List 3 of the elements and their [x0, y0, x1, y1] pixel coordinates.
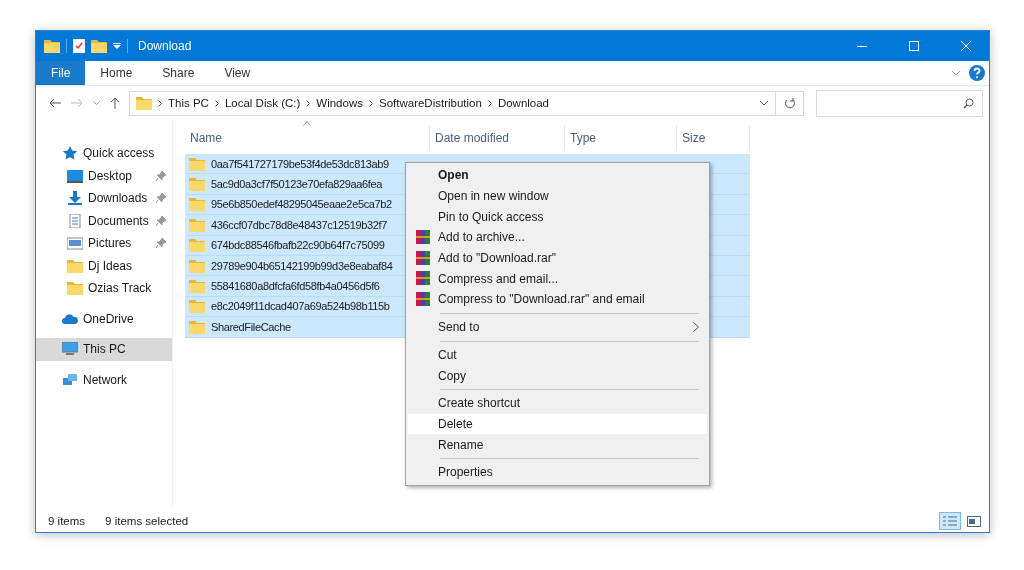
window-title: Download — [138, 39, 193, 53]
item-count: 9 items — [48, 515, 86, 527]
selection-count: 9 items selected — [105, 515, 189, 527]
